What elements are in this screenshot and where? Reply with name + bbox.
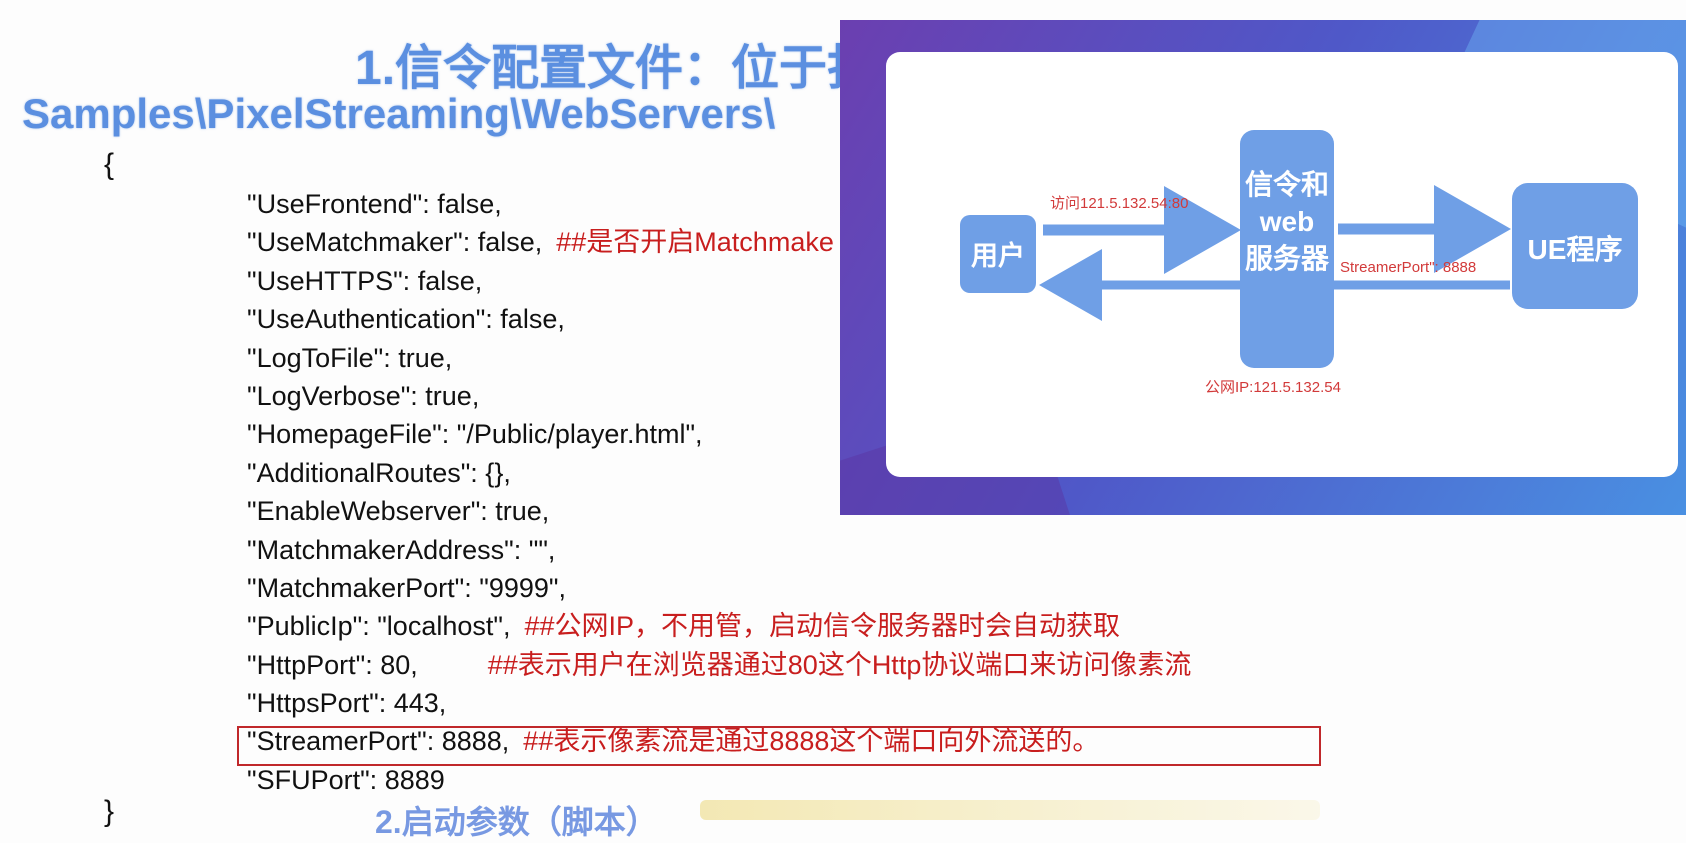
visit-address-label: 访问121.5.132.54:80 xyxy=(1050,195,1188,212)
server-box-label-line3: 服务器 xyxy=(1245,243,1330,274)
streamer-port-label: StreamerPort": 8888 xyxy=(1340,259,1476,276)
ue-box-label: UE程序 xyxy=(1528,233,1623,265)
architecture-diagram: 用户 信令和 web 服务器 UE程序 访问121.5.132.54:80 St… xyxy=(960,130,1638,396)
public-ip-label: 公网IP:121.5.132.54 xyxy=(1205,379,1341,396)
server-box-label-line2: web xyxy=(1259,206,1314,237)
user-box-label: 用户 xyxy=(971,240,1025,271)
server-box-label-line1: 信令和 xyxy=(1245,168,1329,200)
